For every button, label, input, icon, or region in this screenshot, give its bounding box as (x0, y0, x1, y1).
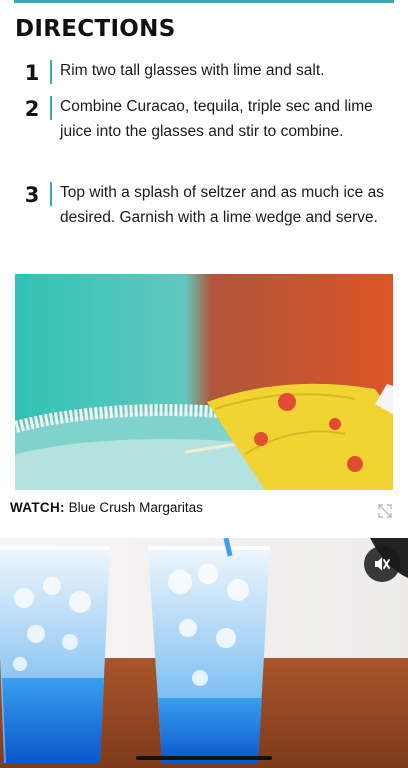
mute-button[interactable] (364, 546, 400, 582)
muted-speaker-icon (375, 557, 390, 571)
video-title-text: Blue Crush Margaritas (68, 500, 203, 515)
video-player[interactable] (0, 538, 408, 768)
step-accent-bar (50, 96, 52, 120)
directions-heading: DIRECTIONS (15, 16, 176, 42)
top-divider (14, 0, 394, 3)
step-number: 1 (24, 61, 40, 85)
video-caption-bar: WATCH: Blue Crush Margaritas (0, 490, 408, 538)
step-accent-bar (50, 182, 52, 206)
step-number: 3 (24, 183, 40, 207)
step-text: Top with a splash of seltzer and as much… (60, 184, 384, 226)
step-text: Combine Curacao, tequila, triple sec and… (60, 98, 373, 140)
cocktail-hero-image (15, 274, 393, 490)
step-text: Rim two tall glasses with lime and salt. (60, 62, 325, 79)
home-indicator[interactable] (136, 756, 272, 760)
expand-icon[interactable] (378, 504, 392, 518)
step-accent-bar (50, 60, 52, 84)
step-number: 2 (24, 97, 40, 121)
video-title[interactable]: WATCH: Blue Crush Margaritas (10, 500, 203, 515)
watch-prefix: WATCH: (10, 500, 65, 515)
